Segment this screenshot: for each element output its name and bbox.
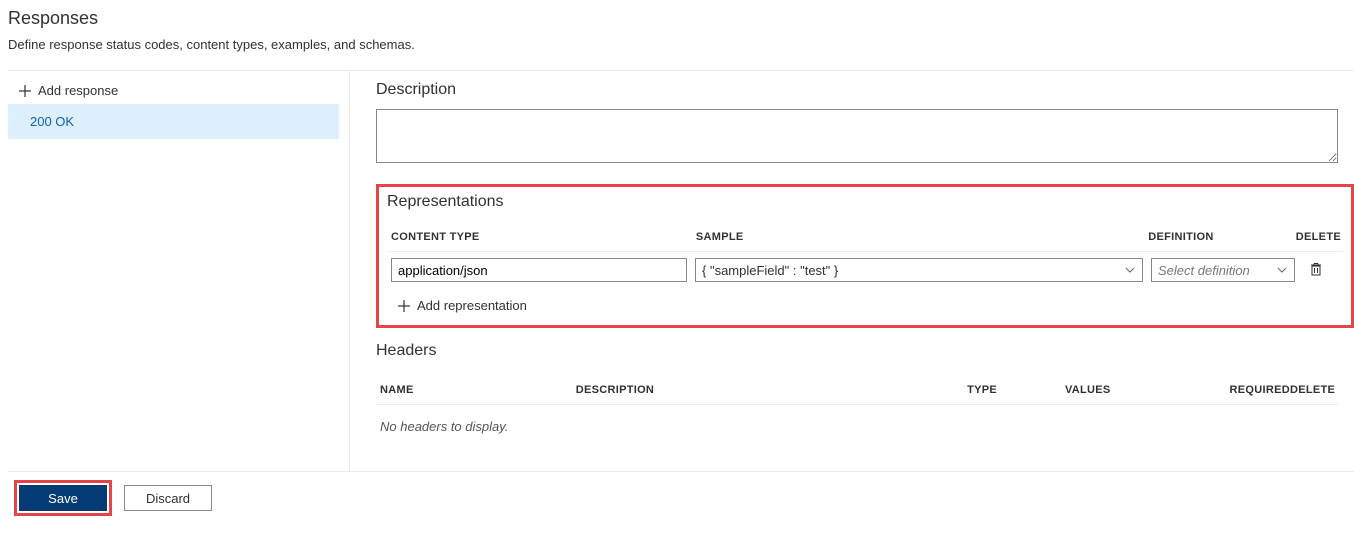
representations-highlight: Representations CONTENT TYPE SAMPLE DEFI…	[376, 184, 1354, 328]
save-button[interactable]: Save	[19, 485, 107, 511]
save-highlight: Save	[14, 480, 112, 516]
col-header-type: TYPE	[967, 384, 1065, 396]
headers-title: Headers	[376, 342, 1338, 360]
col-header-values: VALUES	[1065, 384, 1212, 396]
sample-value: { "sampleField" : "test" }	[702, 263, 838, 278]
col-header-description: DESCRIPTION	[576, 384, 967, 396]
content-type-input[interactable]	[391, 258, 687, 282]
chevron-down-icon	[1124, 264, 1136, 276]
description-textarea[interactable]	[376, 109, 1338, 163]
col-definition: DEFINITION	[1148, 231, 1296, 243]
col-sample: SAMPLE	[696, 231, 1148, 243]
col-header-required: REQUIRED	[1212, 384, 1290, 396]
representation-row: { "sampleField" : "test" } Select defini…	[387, 252, 1343, 288]
add-representation-button[interactable]: Add representation	[387, 288, 1343, 317]
col-content-type: CONTENT TYPE	[391, 231, 696, 243]
definition-select[interactable]: Select definition	[1151, 258, 1295, 282]
responses-sidebar: Add response 200 OK	[8, 71, 350, 471]
plus-icon	[397, 299, 411, 313]
definition-placeholder: Select definition	[1158, 263, 1250, 278]
sample-select[interactable]: { "sampleField" : "test" }	[695, 258, 1143, 282]
col-header-delete: DELETE	[1290, 384, 1338, 396]
chevron-down-icon	[1276, 264, 1288, 276]
representations-header-row: CONTENT TYPE SAMPLE DEFINITION DELETE	[387, 221, 1343, 252]
representations-title: Representations	[387, 193, 1343, 211]
add-response-label: Add response	[38, 83, 118, 98]
description-title: Description	[376, 81, 1354, 99]
response-item-200[interactable]: 200 OK	[8, 104, 339, 139]
page-subtitle: Define response status codes, content ty…	[8, 37, 1354, 52]
plus-icon	[18, 84, 32, 98]
col-delete: DELETE	[1296, 231, 1343, 243]
no-headers-message: No headers to display.	[376, 405, 1338, 442]
discard-button[interactable]: Discard	[124, 485, 212, 511]
footer-bar: Save Discard	[8, 471, 1354, 524]
page-title: Responses	[8, 8, 1354, 29]
delete-representation-button[interactable]	[1307, 261, 1325, 279]
add-representation-label: Add representation	[417, 298, 527, 313]
headers-header-row: NAME DESCRIPTION TYPE VALUES REQUIRED DE…	[376, 370, 1338, 405]
col-header-name: NAME	[380, 384, 576, 396]
add-response-button[interactable]: Add response	[8, 77, 349, 104]
trash-icon	[1309, 262, 1323, 279]
